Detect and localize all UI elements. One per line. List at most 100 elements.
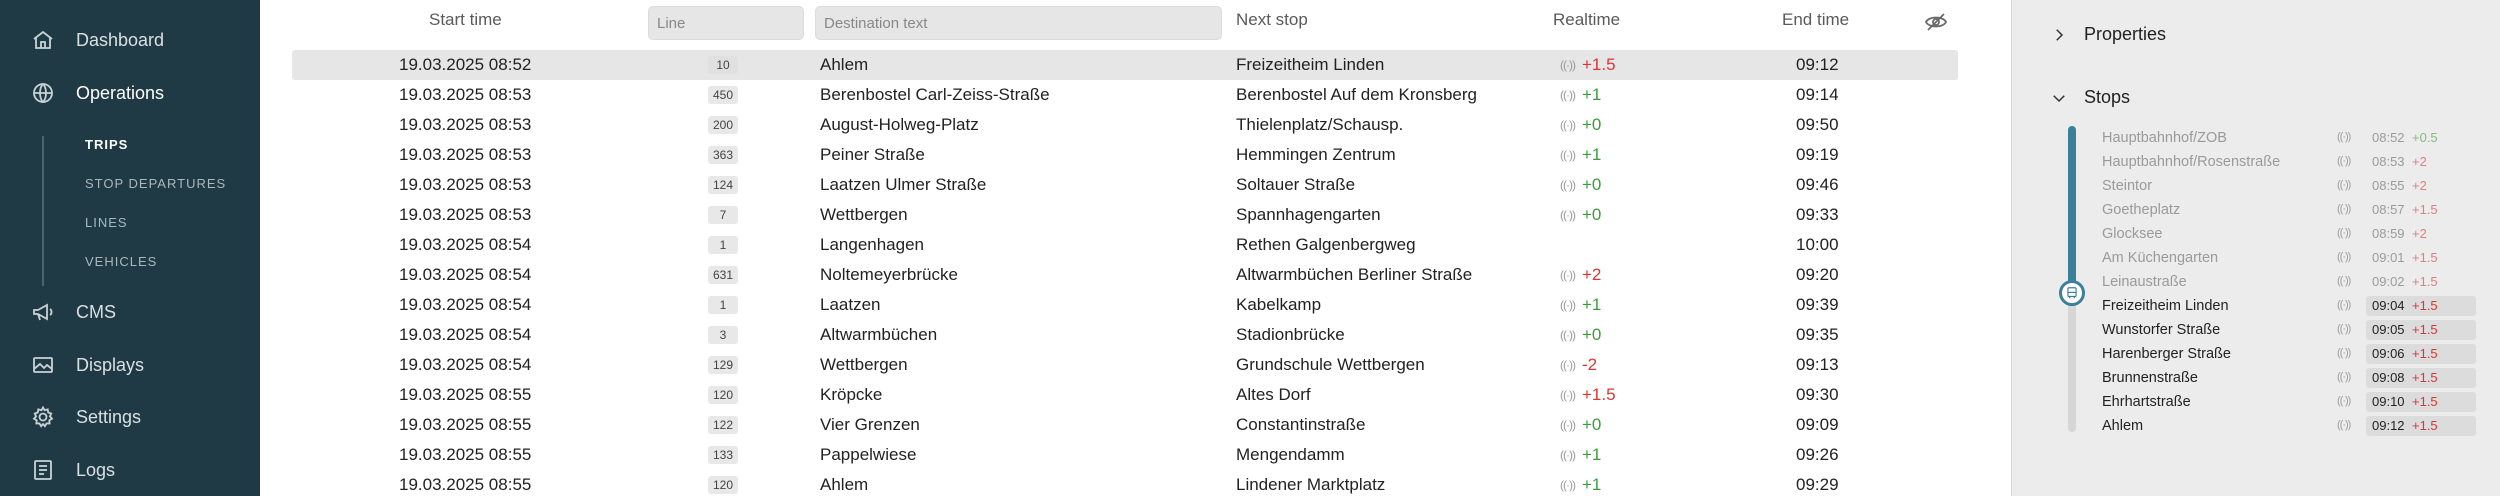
header-next-stop[interactable]: Next stop — [1236, 10, 1308, 30]
nav-operations[interactable]: Operations — [30, 73, 164, 113]
destination-cell: Langenhagen — [820, 235, 925, 254]
signal-icon: ((·)) — [2337, 323, 2351, 335]
table-row[interactable]: 19.03.2025 08:55 120 Kröpcke Altes Dorf ((·)… — [292, 380, 1958, 410]
table-row[interactable]: 19.03.2025 08:54 1 Langenhagen Rethen Galge… — [292, 230, 1958, 260]
stop-delay: +1.5 — [2412, 370, 2438, 385]
table-row[interactable]: 19.03.2025 08:54 129 Wettbergen Grundschule… — [292, 350, 1958, 380]
table-row[interactable]: 19.03.2025 08:54 631 Noltemeyerbrücke Altwa… — [292, 260, 1958, 290]
table-row[interactable]: 19.03.2025 08:53 124 Laatzen Ulmer Straße S… — [292, 170, 1958, 200]
table-row[interactable]: 19.03.2025 08:55 133 Pappelwiese Mengendamm… — [292, 440, 1958, 470]
subnav-stop-departures[interactable]: STOP DEPARTURES — [85, 176, 226, 191]
stop-delay: +0.5 — [2412, 130, 2438, 145]
signal-icon: ((·)) — [1560, 178, 1576, 192]
nav-cms[interactable]: CMS — [30, 292, 116, 332]
table-row[interactable]: 19.03.2025 08:55 122 Vier Grenzen Constanti… — [292, 410, 1958, 440]
stop-item[interactable]: Steintor ((·)) 08:55 +2 — [2102, 174, 2482, 198]
line-filter-input[interactable]: Line — [648, 6, 804, 40]
table-row[interactable]: 19.03.2025 08:53 450 Berenbostel Carl-Zeis… — [292, 80, 1958, 110]
subnav-vehicles[interactable]: VEHICLES — [85, 254, 157, 269]
end-time-cell: 09:12 — [1796, 55, 1839, 74]
stop-item[interactable]: Brunnenstraße ((·)) 09:08 +1.5 — [2102, 366, 2482, 390]
stop-item[interactable]: Hauptbahnhof/ZOB ((·)) 08:52 +0.5 — [2102, 126, 2482, 150]
stop-delay: +2 — [2412, 154, 2427, 169]
home-icon — [30, 27, 56, 53]
table-row[interactable]: 19.03.2025 08:53 7 Wettbergen Spannhagengar… — [292, 200, 1958, 230]
stop-name: Steintor — [2102, 178, 2152, 194]
realtime-delay: +1 — [1581, 85, 1602, 104]
next-stop-cell: Lindener Marktplatz — [1236, 475, 1386, 494]
start-time-cell: 19.03.2025 08:53 — [399, 85, 532, 104]
header-end-time[interactable]: End time — [1782, 10, 1849, 30]
next-stop-cell: Rethen Galgenbergweg — [1236, 235, 1416, 254]
start-time-cell: 19.03.2025 08:54 — [399, 235, 532, 254]
stop-delay: +1.5 — [2412, 202, 2438, 217]
line-badge: 450 — [708, 86, 739, 104]
header-realtime[interactable]: Realtime — [1553, 10, 1620, 30]
stop-item[interactable]: Wunstorfer Straße ((·)) 09:05 +1.5 — [2102, 318, 2482, 342]
stop-time: 08:55 — [2372, 178, 2405, 193]
stop-delay: +1.5 — [2412, 250, 2438, 265]
start-time-cell: 19.03.2025 08:54 — [399, 295, 532, 314]
end-time-cell: 10:00 — [1796, 235, 1839, 254]
stop-item[interactable]: Harenberger Straße ((·)) 09:06 +1.5 — [2102, 342, 2482, 366]
nav-dashboard[interactable]: Dashboard — [30, 20, 164, 60]
stop-item[interactable]: Goetheplatz ((·)) 08:57 +1.5 — [2102, 198, 2482, 222]
realtime-delay: -2 — [1581, 355, 1598, 374]
list-icon — [30, 457, 56, 483]
table-row[interactable]: 19.03.2025 08:53 363 Peiner Straße Hemminge… — [292, 140, 1958, 170]
next-stop-cell: Soltauer Straße — [1236, 175, 1356, 194]
stop-item[interactable]: Freizeitheim Linden ((·)) 09:04 +1.5 — [2102, 294, 2482, 318]
signal-icon: ((·)) — [2337, 275, 2351, 287]
end-time-cell: 09:50 — [1796, 115, 1839, 134]
subnav-trips[interactable]: TRIPS — [85, 137, 128, 152]
table-row[interactable]: 19.03.2025 08:53 200 August-Holweg-Platz Th… — [292, 110, 1958, 140]
signal-icon: ((·)) — [1560, 418, 1576, 432]
hide-columns-icon[interactable] — [1924, 10, 1948, 34]
stop-item[interactable]: Glocksee ((·)) 08:59 +2 — [2102, 222, 2482, 246]
destination-cell: August-Holweg-Platz — [820, 115, 979, 134]
signal-icon: ((·)) — [1560, 448, 1576, 462]
line-badge: 124 — [708, 176, 739, 194]
realtime-delay: +1 — [1581, 445, 1602, 464]
next-stop-cell: Spannhagengarten — [1236, 205, 1381, 224]
line-badge: 122 — [708, 416, 739, 434]
destination-filter-input[interactable]: Destination text — [815, 6, 1222, 40]
start-time-cell: 19.03.2025 08:53 — [399, 145, 532, 164]
realtime-cell: ((·)) +0 — [1560, 415, 1601, 435]
stop-item[interactable]: Am Küchengarten ((·)) 09:01 +1.5 — [2102, 246, 2482, 270]
stop-name: Leinaustraße — [2102, 274, 2187, 290]
nav-logs[interactable]: Logs — [30, 450, 115, 490]
realtime-cell: ((·)) +0 — [1560, 325, 1601, 345]
destination-cell: Noltemeyerbrücke — [820, 265, 958, 284]
stop-name: Wunstorfer Straße — [2102, 322, 2221, 338]
table-row[interactable]: 19.03.2025 08:52 10 Ahlem Freizeitheim Lind… — [292, 50, 1958, 80]
stop-item[interactable]: Ahlem ((·)) 09:12 +1.5 — [2102, 414, 2482, 438]
realtime-cell: ((·)) +1 — [1560, 475, 1601, 495]
subnav-lines[interactable]: LINES — [85, 215, 128, 230]
destination-cell: Ahlem — [820, 55, 869, 74]
nav-settings[interactable]: Settings — [30, 397, 141, 437]
signal-icon: ((·)) — [2337, 419, 2351, 431]
table-row[interactable]: 19.03.2025 08:54 1 Laatzen Kabelkamp ((·)) +1… — [292, 290, 1958, 320]
table-row[interactable]: 19.03.2025 08:55 120 Ahlem Lindener Marktpl… — [292, 470, 1958, 496]
realtime-delay: +0 — [1581, 175, 1602, 194]
subnav-line — [42, 136, 44, 286]
table-row[interactable]: 19.03.2025 08:54 3 Altwarmbüchen Stadionbrü… — [292, 320, 1958, 350]
realtime-cell: ((·)) +0 — [1560, 175, 1601, 195]
realtime-cell: ((·)) +0 — [1560, 115, 1601, 135]
realtime-cell: ((·)) +1 — [1560, 85, 1601, 105]
stop-item[interactable]: Ehrhartstraße ((·)) 09:10 +1.5 — [2102, 390, 2482, 414]
stop-item[interactable]: Leinaustraße ((·)) 09:02 +1.5 — [2102, 270, 2482, 294]
realtime-delay: +2 — [1581, 265, 1602, 284]
stop-item[interactable]: Hauptbahnhof/Rosenstraße ((·)) 08:53 +2 — [2102, 150, 2482, 174]
properties-section-toggle[interactable]: Properties — [2050, 24, 2166, 45]
nav-displays[interactable]: Displays — [30, 345, 144, 385]
realtime-cell: ((·)) +1 — [1560, 295, 1601, 315]
nav-label: Settings — [76, 406, 142, 427]
stops-section-toggle[interactable]: Stops — [2050, 87, 2130, 108]
stops-list: Hauptbahnhof/ZOB ((·)) 08:52 +0.5 Hauptbahnh… — [2102, 126, 2482, 438]
destination-cell: Pappelwiese — [820, 445, 917, 464]
header-start-time[interactable]: Start time — [429, 10, 502, 30]
line-badge: 10 — [708, 56, 738, 74]
nav-label: Dashboard — [76, 29, 165, 50]
